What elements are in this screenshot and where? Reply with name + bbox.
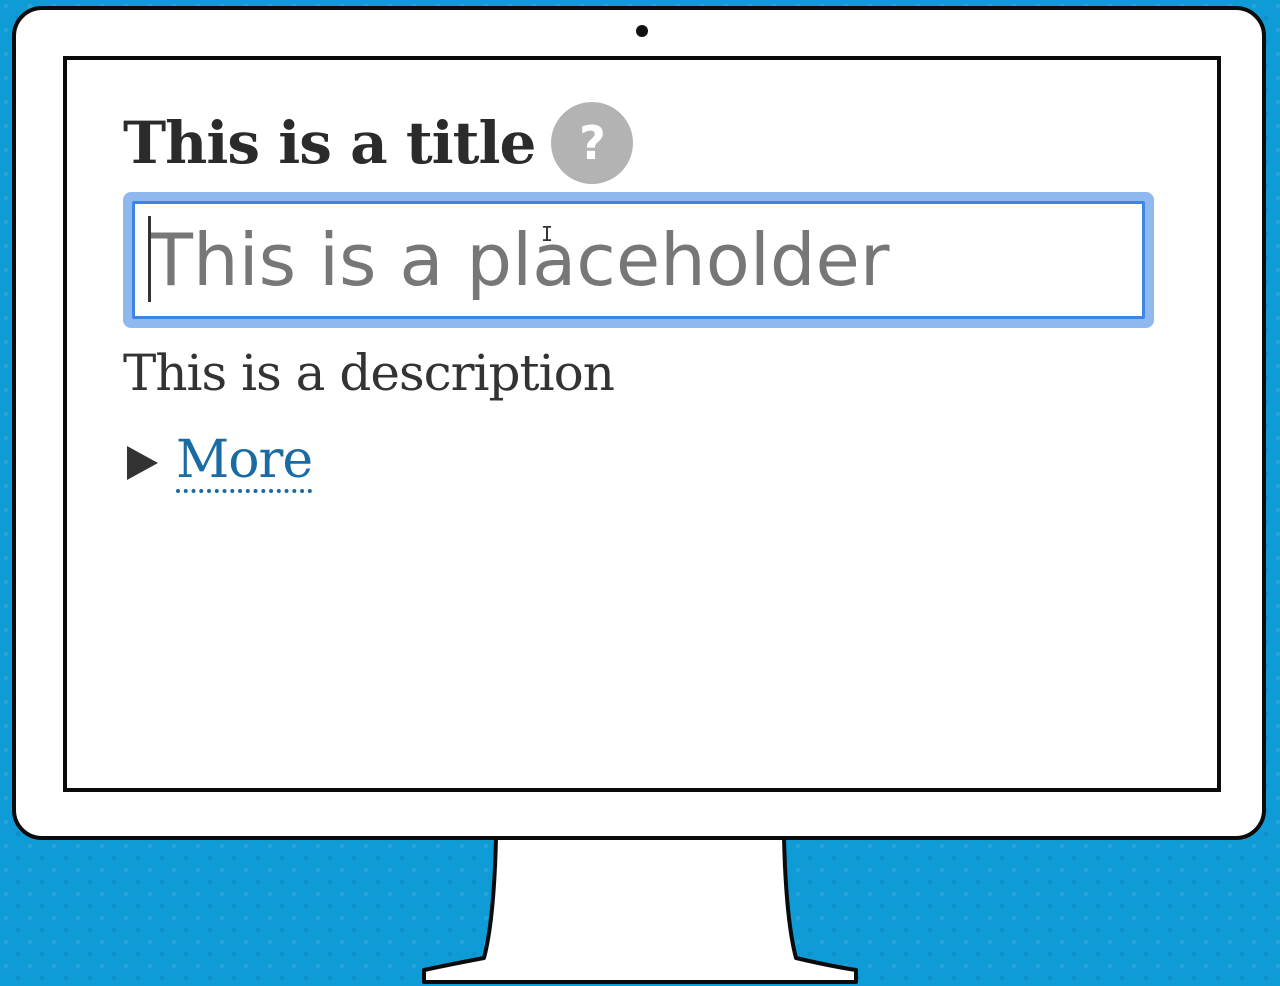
help-icon[interactable]: ? [551, 102, 634, 184]
text-caret [148, 216, 151, 302]
input-focus-ring: I [123, 192, 1154, 328]
more-link[interactable]: More [176, 431, 313, 494]
field-title: This is a title [123, 109, 536, 177]
text-input[interactable] [132, 201, 1145, 319]
field-description: This is a description [123, 344, 615, 402]
field-title-row: This is a title ? [123, 98, 634, 188]
camera-icon [636, 25, 648, 37]
ibeam-cursor-icon: I [541, 222, 554, 246]
help-icon-glyph: ? [579, 116, 606, 170]
monitor-screen: This is a title ? I This is a descriptio… [63, 56, 1221, 792]
more-disclosure[interactable]: More [127, 431, 313, 494]
triangle-right-icon[interactable] [127, 445, 158, 480]
